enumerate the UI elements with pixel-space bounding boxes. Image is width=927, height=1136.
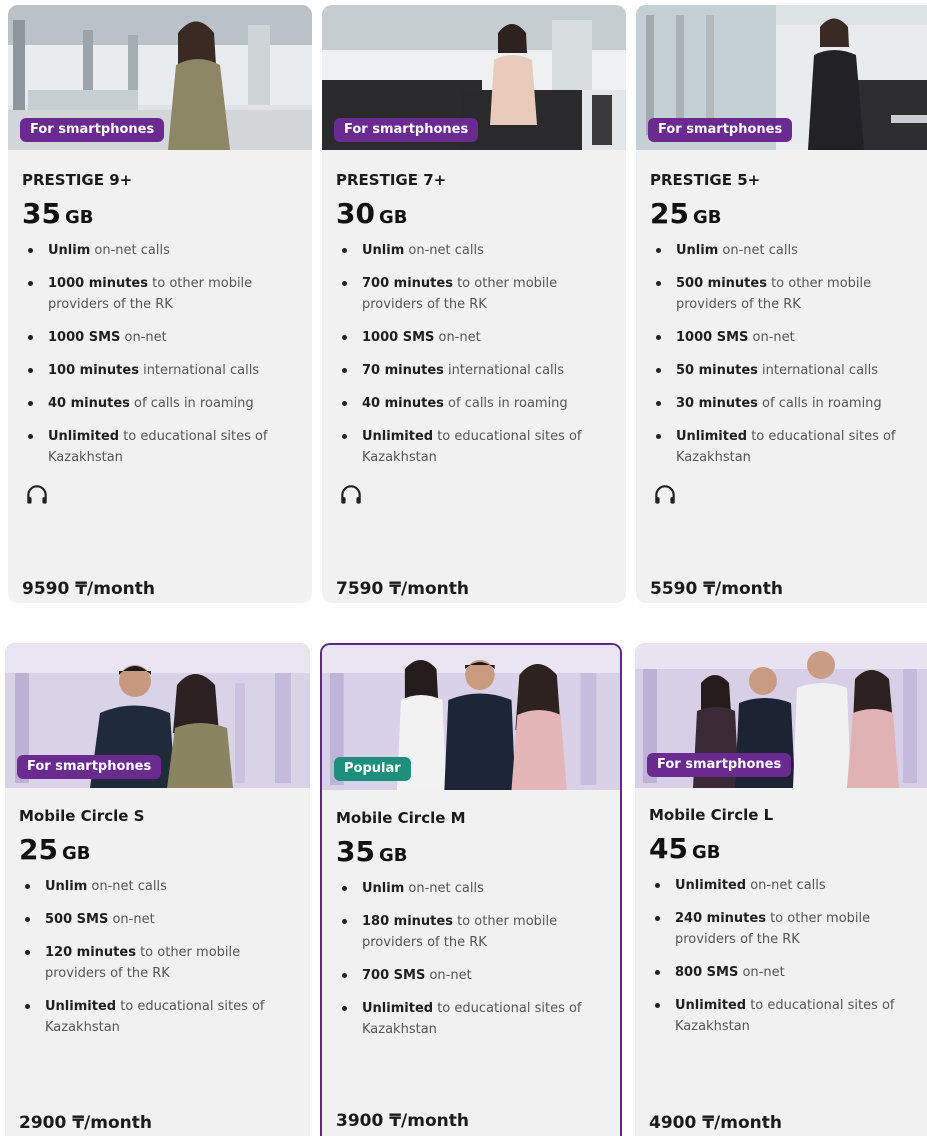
feature-item: Unlimited to educational sites of Kazakh… — [19, 996, 300, 1038]
feature-item: Unlimited to educational sites of Kazakh… — [649, 995, 917, 1037]
tariff-card-prestige-5[interactable]: For smartphones PRESTIGE 5+ 25 GB Unlim o… — [636, 5, 927, 603]
feature-list: Unlim on-net calls 180 minutes to other … — [336, 878, 610, 1040]
feature-item: 30 minutes of calls in roaming — [650, 393, 917, 414]
feature-item: Unlim on-net calls — [22, 240, 302, 261]
feature-item: 1000 SMS on-net — [650, 327, 917, 348]
data-amount: 30 — [336, 197, 375, 230]
feature-item: 500 minutes to other mobile providers of… — [650, 273, 917, 315]
data-amount: 35 — [22, 197, 61, 230]
price: 5590 ₸/month — [650, 579, 783, 599]
data-amount: 25 — [19, 833, 58, 866]
data-volume: 30 GB — [336, 197, 616, 230]
data-volume: 25 GB — [19, 833, 300, 866]
data-unit: GB — [61, 843, 91, 864]
headphones-icon — [341, 485, 361, 504]
feature-item: Unlim on-net calls — [650, 240, 917, 261]
feature-item: 50 minutes international calls — [650, 360, 917, 381]
tariff-card-mobile-circle-m[interactable]: Popular Mobile Circle M 35 GB Unlim on-ne… — [320, 643, 622, 1136]
card-body: PRESTIGE 7+ 30 GB Unlim on-net calls 700 … — [336, 171, 616, 512]
tariff-card-prestige-7[interactable]: For smartphones PRESTIGE 7+ 30 GB Unlim o… — [322, 5, 626, 603]
data-unit: GB — [692, 207, 722, 228]
data-amount: 25 — [650, 197, 689, 230]
feature-item: Unlimited to educational sites of Kazakh… — [336, 998, 610, 1040]
feature-item: Unlimited to educational sites of Kazakh… — [650, 426, 917, 468]
feature-item: 40 minutes of calls in roaming — [336, 393, 616, 414]
feature-item: 240 minutes to other mobile providers of… — [649, 908, 917, 950]
feature-item: 1000 minutes to other mobile providers o… — [22, 273, 302, 315]
data-volume: 25 GB — [650, 197, 917, 230]
feature-item: 40 minutes of calls in roaming — [22, 393, 302, 414]
data-amount: 35 — [336, 835, 375, 868]
feature-item: 120 minutes to other mobile providers of… — [19, 942, 300, 984]
feature-item: 800 SMS on-net — [649, 962, 917, 983]
feature-list: Unlim on-net calls 500 SMS on-net 120 mi… — [19, 876, 300, 1038]
feature-item: 180 minutes to other mobile providers of… — [336, 911, 610, 953]
plan-name: Mobile Circle M — [336, 809, 466, 827]
data-volume: 45 GB — [649, 832, 917, 865]
headphones-icon — [655, 485, 675, 504]
price: 7590 ₸/month — [336, 579, 469, 599]
plan-name: PRESTIGE 7+ — [336, 171, 447, 189]
feature-item: Unlim on-net calls — [336, 878, 610, 899]
feature-item: Unlimited on-net calls — [649, 875, 917, 896]
feature-list: Unlimited on-net calls 240 minutes to ot… — [649, 875, 917, 1037]
price: 3900 ₸/month — [336, 1111, 469, 1131]
price: 9590 ₸/month — [22, 579, 155, 599]
plan-name: Mobile Circle L — [649, 806, 774, 824]
smartphones-badge: For smartphones — [20, 118, 165, 142]
feature-list: Unlim on-net calls 1000 minutes to other… — [22, 240, 302, 468]
price: 2900 ₸/month — [19, 1113, 152, 1133]
data-unit: GB — [378, 845, 408, 866]
plan-name: Mobile Circle S — [19, 807, 145, 825]
data-amount: 45 — [649, 832, 688, 865]
feature-item: 70 minutes international calls — [336, 360, 616, 381]
feature-item: Unlimited to educational sites of Kazakh… — [22, 426, 302, 468]
headphones-icon — [27, 485, 47, 504]
feature-item: Unlimited to educational sites of Kazakh… — [336, 426, 616, 468]
tariff-card-prestige-9[interactable]: For smartphones PRESTIGE 9+ 35 GB Unlim o… — [8, 5, 312, 603]
plan-name: PRESTIGE 9+ — [22, 171, 133, 189]
popular-badge: Popular — [334, 757, 411, 781]
card-body: Mobile Circle M 35 GB Unlim on-net calls … — [336, 809, 610, 1052]
smartphones-badge: For smartphones — [17, 755, 162, 779]
data-unit: GB — [691, 842, 721, 863]
card-body: PRESTIGE 5+ 25 GB Unlim on-net calls 500 … — [650, 171, 917, 512]
data-volume: 35 GB — [336, 835, 610, 868]
feature-item: Unlim on-net calls — [19, 876, 300, 897]
plan-name: PRESTIGE 5+ — [650, 171, 761, 189]
feature-item: 1000 SMS on-net — [336, 327, 616, 348]
data-volume: 35 GB — [22, 197, 302, 230]
feature-item: Unlim on-net calls — [336, 240, 616, 261]
smartphones-badge: For smartphones — [648, 118, 793, 142]
tariff-card-mobile-circle-s[interactable]: For smartphones Mobile Circle S 25 GB Unl… — [5, 643, 310, 1136]
feature-item: 500 SMS on-net — [19, 909, 300, 930]
data-unit: GB — [64, 207, 94, 228]
tariff-card-mobile-circle-l[interactable]: For smartphones Mobile Circle L 45 GB Unl… — [635, 643, 927, 1136]
feature-list: Unlim on-net calls 500 minutes to other … — [650, 240, 917, 468]
feature-item: 1000 SMS on-net — [22, 327, 302, 348]
card-body: Mobile Circle S 25 GB Unlim on-net calls … — [19, 807, 300, 1050]
feature-item: 700 SMS on-net — [336, 965, 610, 986]
smartphones-badge: For smartphones — [334, 118, 479, 142]
feature-item: 700 minutes to other mobile providers of… — [336, 273, 616, 315]
feature-item: 100 minutes international calls — [22, 360, 302, 381]
feature-list: Unlim on-net calls 700 minutes to other … — [336, 240, 616, 468]
smartphones-badge: For smartphones — [647, 753, 792, 777]
card-body: Mobile Circle L 45 GB Unlimited on-net ca… — [649, 806, 917, 1049]
data-unit: GB — [378, 207, 408, 228]
price: 4900 ₸/month — [649, 1113, 782, 1133]
card-body: PRESTIGE 9+ 35 GB Unlim on-net calls 1000… — [22, 171, 302, 512]
